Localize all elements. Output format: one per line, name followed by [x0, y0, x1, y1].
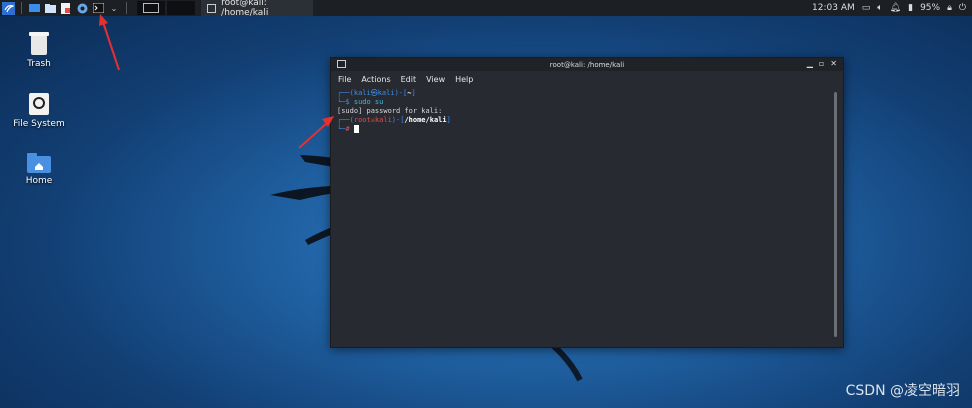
- watermark: CSDN @凌空暗羽: [845, 383, 960, 399]
- annotation-arrows: [99, 14, 334, 149]
- arrow-to-root-prompt: [298, 116, 334, 149]
- arrow-to-terminal-icon: [99, 14, 120, 71]
